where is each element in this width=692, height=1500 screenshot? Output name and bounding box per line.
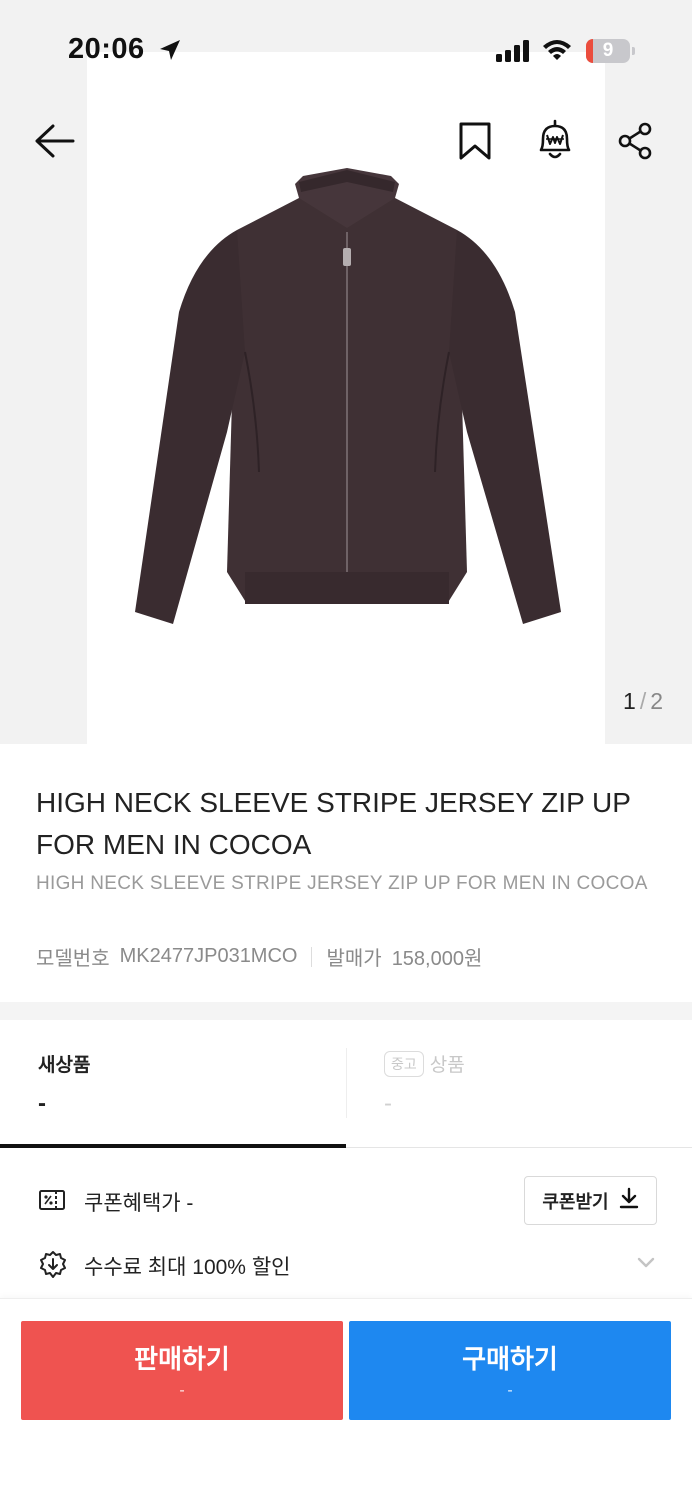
bookmark-icon — [457, 121, 493, 166]
tab-used-product[interactable]: 중고 상품 - — [346, 1020, 692, 1148]
back-button[interactable] — [29, 118, 79, 168]
status-time: 20:06 — [68, 33, 145, 65]
share-button[interactable] — [611, 118, 661, 168]
product-gallery[interactable]: 20:06 9 1 / 2 — [0, 0, 692, 744]
get-coupon-button[interactable]: 쿠폰받기 — [524, 1176, 657, 1225]
tab-used-price: - — [384, 1090, 392, 1117]
release-price-value: 158,000원 — [391, 948, 483, 970]
battery-level: 9 — [602, 40, 614, 61]
image-counter-separator: / — [639, 688, 647, 714]
product-photo[interactable] — [87, 52, 605, 744]
tab-new-label: 새상품 — [38, 1055, 91, 1076]
condition-tabs: 새상품 - 중고 상품 - — [0, 1020, 692, 1148]
model-number-value: MK2477JP031MCO — [119, 945, 298, 967]
price-alert-button[interactable] — [530, 118, 580, 168]
buy-button[interactable]: 구매하기 - — [349, 1321, 671, 1420]
active-tab-indicator — [0, 1144, 346, 1148]
battery-cap — [632, 47, 635, 55]
tab-new-product[interactable]: 새상품 - — [0, 1020, 346, 1148]
fee-discount-label: 수수료 최대 100% 할인 — [84, 1256, 291, 1279]
meta-divider — [311, 946, 313, 967]
chevron-down-icon — [636, 1256, 656, 1275]
buy-button-price: - — [507, 1382, 513, 1399]
product-title: HIGH NECK SLEEVE STRIPE JERSEY ZIP UP FO… — [36, 787, 631, 860]
product-info: HIGH NECK SLEEVE STRIPE JERSEY ZIP UP FO… — [0, 744, 692, 1002]
tab-used-label: 상품 — [429, 1055, 465, 1076]
image-counter-total: 2 — [650, 688, 663, 714]
tab-new-price: - — [38, 1090, 46, 1117]
product-meta: 모델번호 MK2477JP031MCO 발매가 158,000원 — [36, 942, 482, 971]
product-page: 20:06 9 1 / 2 HIGH NECK SLEEVE STRIPE JE… — [0, 0, 692, 1500]
sell-button-price: - — [179, 1382, 185, 1399]
fee-discount-row[interactable]: 수수료 최대 100% 할인 — [0, 1240, 692, 1292]
fee-discount-icon — [38, 1250, 68, 1285]
bookmark-button[interactable] — [450, 118, 500, 168]
battery-icon: 9 — [586, 39, 630, 63]
location-arrow-icon — [158, 38, 182, 67]
back-arrow-icon — [33, 123, 75, 164]
tab-used-label-group: 중고 상품 — [384, 1050, 465, 1077]
coupon-row: 쿠폰혜택가 - 쿠폰받기 — [0, 1168, 692, 1232]
wifi-icon — [542, 38, 572, 67]
signal-icon — [496, 40, 532, 67]
share-icon — [617, 121, 655, 166]
status-bar: 20:06 9 — [0, 0, 692, 100]
model-number-label: 모델번호 — [36, 948, 110, 970]
sell-button[interactable]: 판매하기 - — [21, 1321, 343, 1420]
sell-button-label: 판매하기 — [134, 1344, 230, 1374]
action-bar: 판매하기 - 구매하기 - — [0, 1298, 692, 1500]
section-divider — [0, 1002, 692, 1020]
coupon-price: 쿠폰혜택가 - — [84, 1192, 194, 1215]
release-price-label: 발매가 — [326, 948, 382, 970]
buy-button-label: 구매하기 — [462, 1344, 558, 1374]
used-badge: 중고 — [384, 1050, 424, 1077]
price-alert-bell-icon — [535, 119, 575, 168]
image-counter-current: 1 — [623, 688, 636, 714]
download-icon — [619, 1187, 639, 1214]
image-counter: 1/2 — [623, 688, 663, 715]
get-coupon-label: 쿠폰받기 — [542, 1191, 609, 1212]
product-subtitle: HIGH NECK SLEEVE STRIPE JERSEY ZIP UP FO… — [36, 873, 648, 894]
coupon-icon — [38, 1188, 66, 1217]
